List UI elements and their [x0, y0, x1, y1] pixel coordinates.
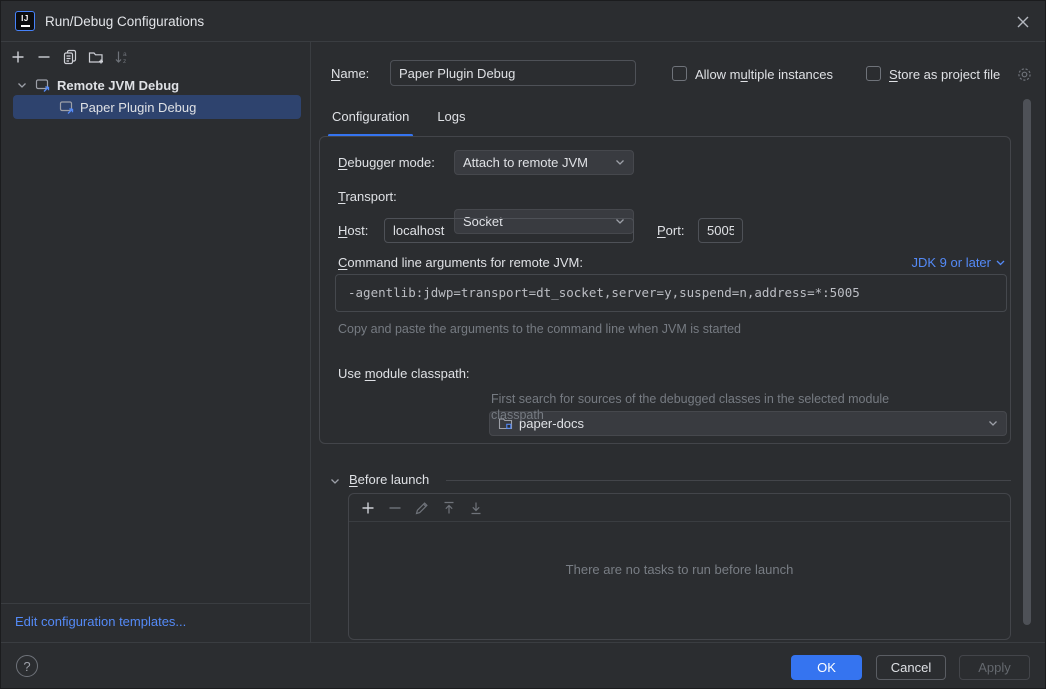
before-launch-divider	[446, 480, 1011, 481]
vertical-scrollbar-thumb[interactable]	[1023, 99, 1031, 625]
minus-icon	[36, 49, 52, 65]
copy-icon	[62, 49, 78, 65]
tree-group-label: Remote JVM Debug	[57, 78, 179, 93]
question-mark-icon: ?	[23, 659, 30, 674]
intellij-logo-icon: IJ	[15, 11, 35, 31]
add-task-button[interactable]	[359, 499, 377, 517]
store-as-project-file-label: Store as project file	[889, 67, 1000, 82]
jdk-version-select[interactable]: JDK 9 or later	[912, 255, 1005, 270]
dialog-title: Run/Debug Configurations	[45, 14, 204, 29]
host-input[interactable]	[384, 218, 634, 243]
minus-icon	[387, 500, 403, 516]
debugger-mode-label: Debugger mode:	[338, 155, 435, 170]
debugger-mode-select[interactable]: Attach to remote JVM	[454, 150, 634, 175]
remote-debug-config-icon	[59, 99, 75, 115]
edit-templates-link[interactable]: Edit configuration templates...	[15, 614, 186, 629]
chevron-down-icon	[996, 260, 1005, 266]
configurations-sidebar: az Remote JVM Debug Paper Plugin Debug E…	[1, 42, 311, 642]
configuration-tab-panel: Debugger mode: Attach to remote JVM Tran…	[319, 136, 1011, 444]
port-label: Port:	[657, 223, 684, 238]
plus-icon	[360, 500, 376, 516]
before-launch-label: Before launch	[349, 472, 429, 487]
sort-az-icon: az	[114, 49, 130, 65]
ok-button[interactable]: OK	[791, 655, 862, 680]
move-task-up-button[interactable]	[440, 499, 458, 517]
help-button[interactable]: ?	[16, 655, 38, 677]
transport-label: Transport:	[338, 189, 397, 204]
move-task-down-button[interactable]	[467, 499, 485, 517]
before-launch-empty-text: There are no tasks to run before launch	[349, 562, 1010, 577]
tree-item-paper-plugin-debug[interactable]: Paper Plugin Debug	[13, 95, 301, 119]
name-label: Name:	[331, 66, 369, 81]
move-down-icon	[468, 500, 484, 516]
name-input[interactable]	[390, 60, 636, 86]
module-classpath-label: Use module classpath:	[338, 366, 470, 381]
move-up-icon	[441, 500, 457, 516]
cancel-button[interactable]: Cancel	[876, 655, 946, 680]
before-launch-collapse-button[interactable]	[329, 475, 341, 487]
command-line-arguments-value: -agentlib:jdwp=transport=dt_socket,serve…	[336, 275, 1006, 310]
edit-task-button[interactable]	[413, 499, 431, 517]
tree-group-remote-jvm-debug[interactable]: Remote JVM Debug	[1, 73, 311, 97]
chevron-down-icon	[988, 420, 998, 427]
editor-tabs: Configuration Logs	[331, 103, 467, 136]
dialog-footer: ? OK Cancel Apply	[1, 642, 1046, 689]
close-button[interactable]	[1013, 12, 1033, 32]
gear-icon	[1016, 66, 1033, 83]
sidebar-divider	[1, 603, 311, 604]
allow-multiple-instances-label: Allow multiple instances	[695, 67, 833, 82]
chevron-down-icon	[329, 475, 341, 487]
sidebar-toolbar: az	[1, 45, 131, 69]
jdk-version-value: JDK 9 or later	[912, 255, 991, 270]
port-input[interactable]	[698, 218, 743, 243]
pencil-icon	[414, 500, 430, 516]
store-options-button[interactable]	[1016, 66, 1033, 83]
host-label: Host:	[338, 223, 368, 238]
copy-configuration-button[interactable]	[61, 48, 79, 66]
before-launch-toolbar	[349, 494, 1010, 522]
title-bar: IJ Run/Debug Configurations	[1, 1, 1046, 42]
sort-configurations-button[interactable]: az	[113, 48, 131, 66]
run-debug-configurations-dialog: IJ Run/Debug Configurations az	[0, 0, 1046, 689]
svg-text:z: z	[123, 58, 126, 65]
command-line-hint: Copy and paste the arguments to the comm…	[338, 322, 741, 336]
store-as-project-file-checkbox[interactable]	[866, 66, 881, 81]
tree-item-label: Paper Plugin Debug	[80, 100, 196, 115]
before-launch-tasks-panel: There are no tasks to run before launch	[348, 493, 1011, 640]
remove-configuration-button[interactable]	[35, 48, 53, 66]
command-line-label: Command line arguments for remote JVM:	[338, 255, 583, 270]
apply-button[interactable]: Apply	[959, 655, 1030, 680]
tab-configuration[interactable]: Configuration	[331, 103, 410, 136]
plus-icon	[10, 49, 26, 65]
configuration-editor: Name: Allow multiple instances Store as …	[312, 42, 1046, 642]
module-classpath-hint: First search for sources of the debugged…	[491, 391, 911, 423]
command-line-arguments-box[interactable]: -agentlib:jdwp=transport=dt_socket,serve…	[335, 274, 1007, 312]
chevron-down-icon	[615, 159, 625, 166]
new-folder-icon	[88, 49, 105, 65]
remove-task-button[interactable]	[386, 499, 404, 517]
allow-multiple-instances-checkbox[interactable]	[672, 66, 687, 81]
tab-logs[interactable]: Logs	[436, 103, 466, 136]
svg-text:a: a	[123, 51, 127, 58]
chevron-down-icon[interactable]	[16, 79, 28, 91]
close-icon	[1016, 15, 1030, 29]
remote-debug-config-icon	[35, 77, 51, 93]
debugger-mode-value: Attach to remote JVM	[463, 155, 588, 170]
add-configuration-button[interactable]	[9, 48, 27, 66]
new-folder-button[interactable]	[87, 48, 105, 66]
